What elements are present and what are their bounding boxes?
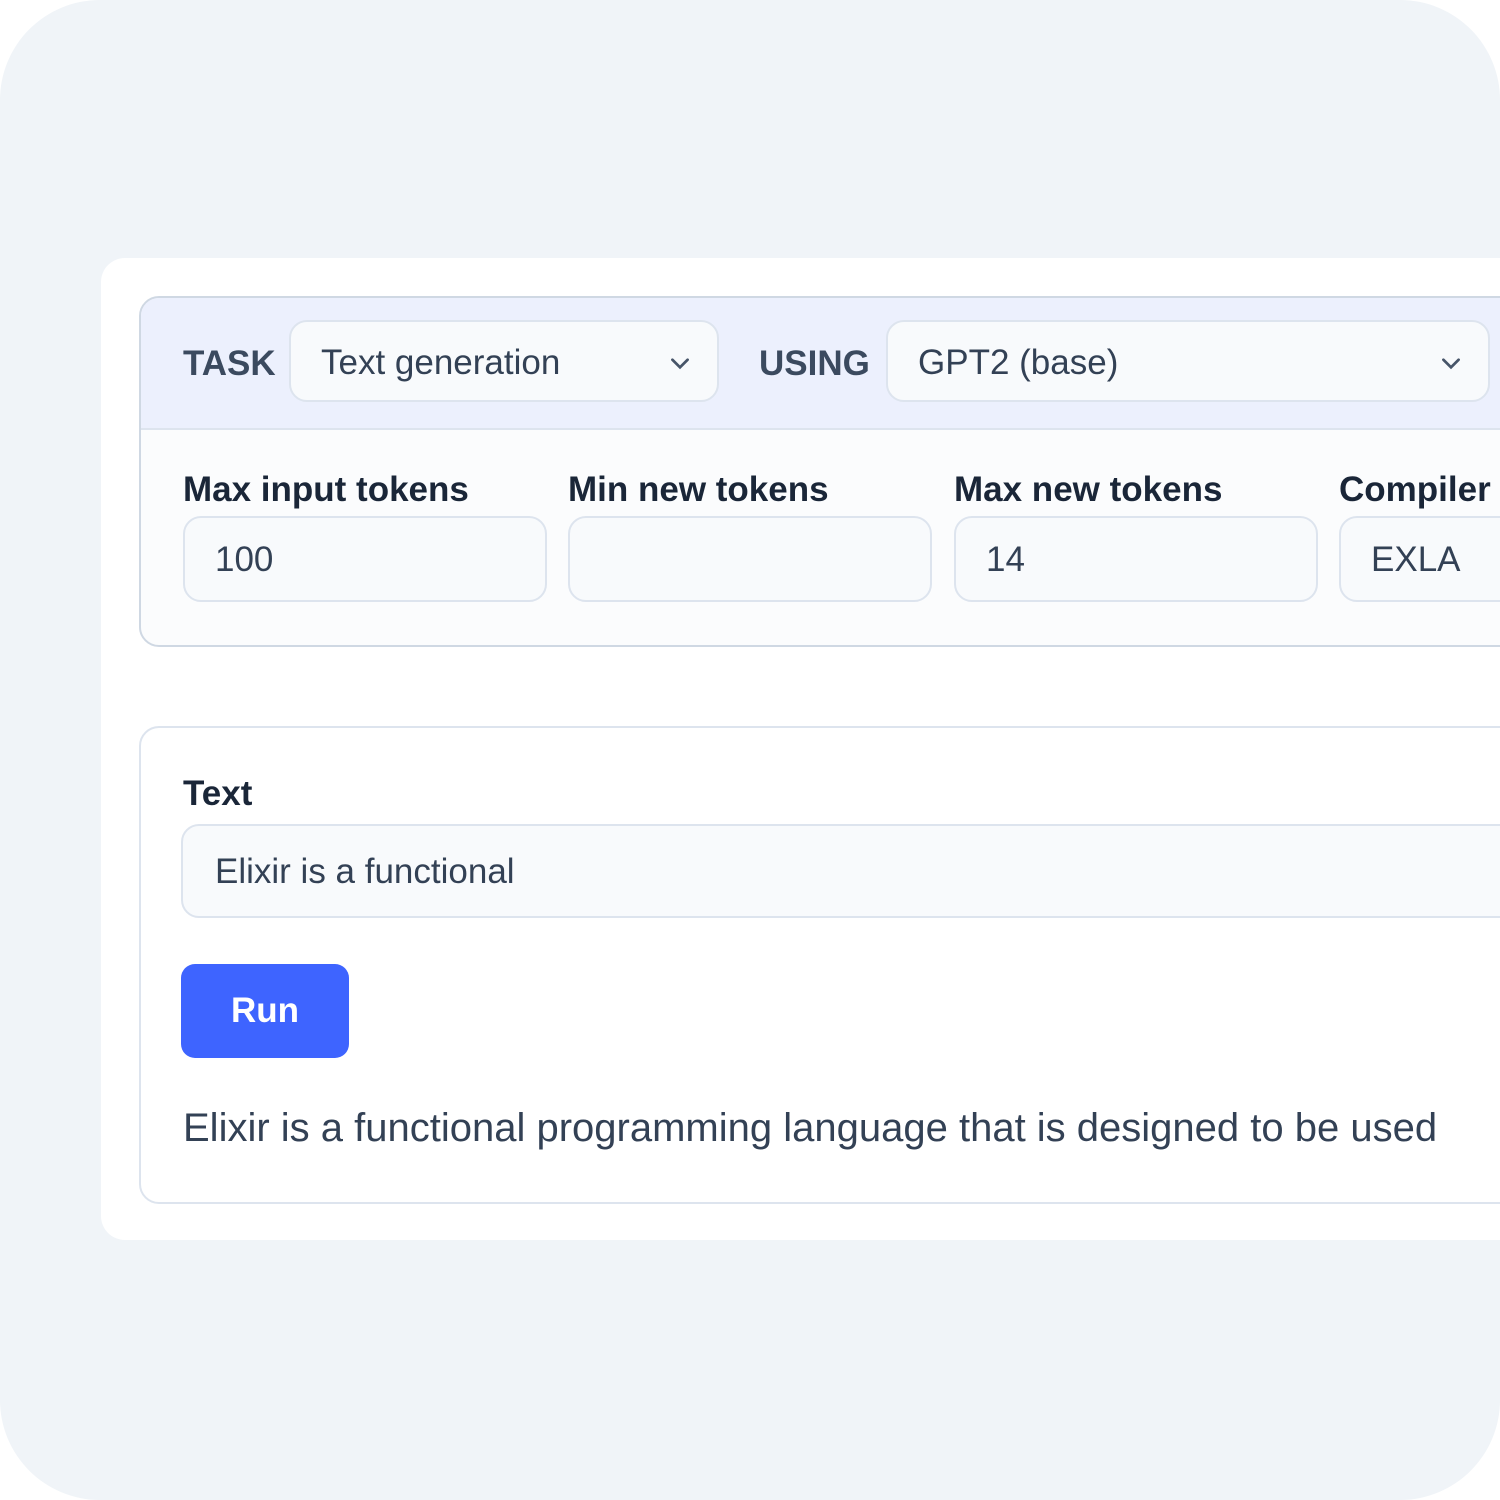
model-select-value: GPT2 (base) xyxy=(918,343,1119,382)
max-new-tokens-value: 14 xyxy=(986,540,1025,579)
config-panel: TASK Text generation USING GPT2 (base) M… xyxy=(139,296,1500,647)
chevron-down-icon xyxy=(1442,358,1460,370)
task-select-value: Text generation xyxy=(321,343,561,382)
max-new-tokens-input[interactable]: 14 xyxy=(954,516,1318,602)
task-select[interactable]: Text generation xyxy=(289,320,719,402)
text-panel: Text Elixir is a functional Run Elixir i… xyxy=(139,726,1500,1204)
task-label: TASK xyxy=(183,344,276,383)
min-new-tokens-label: Min new tokens xyxy=(568,470,829,509)
max-input-tokens-value: 100 xyxy=(215,540,274,579)
text-input[interactable]: Elixir is a functional xyxy=(181,824,1500,918)
max-input-tokens-label: Max input tokens xyxy=(183,470,469,509)
smart-cell-card: TASK Text generation USING GPT2 (base) M… xyxy=(101,258,1500,1240)
compiler-select[interactable]: EXLA xyxy=(1339,516,1500,602)
compiler-value: EXLA xyxy=(1371,540,1461,579)
chevron-down-icon xyxy=(671,358,689,370)
text-input-value: Elixir is a functional xyxy=(215,852,515,891)
generated-output: Elixir is a functional programming langu… xyxy=(183,1106,1438,1150)
max-input-tokens-input[interactable]: 100 xyxy=(183,516,547,602)
page-background: TASK Text generation USING GPT2 (base) M… xyxy=(0,0,1500,1500)
max-new-tokens-label: Max new tokens xyxy=(954,470,1223,509)
compiler-label: Compiler xyxy=(1339,470,1491,509)
model-select[interactable]: GPT2 (base) xyxy=(886,320,1490,402)
text-label: Text xyxy=(183,774,253,813)
run-button[interactable]: Run xyxy=(181,964,349,1058)
using-label: USING xyxy=(759,344,870,383)
min-new-tokens-input[interactable] xyxy=(568,516,932,602)
config-header: TASK Text generation USING GPT2 (base) xyxy=(141,298,1500,430)
